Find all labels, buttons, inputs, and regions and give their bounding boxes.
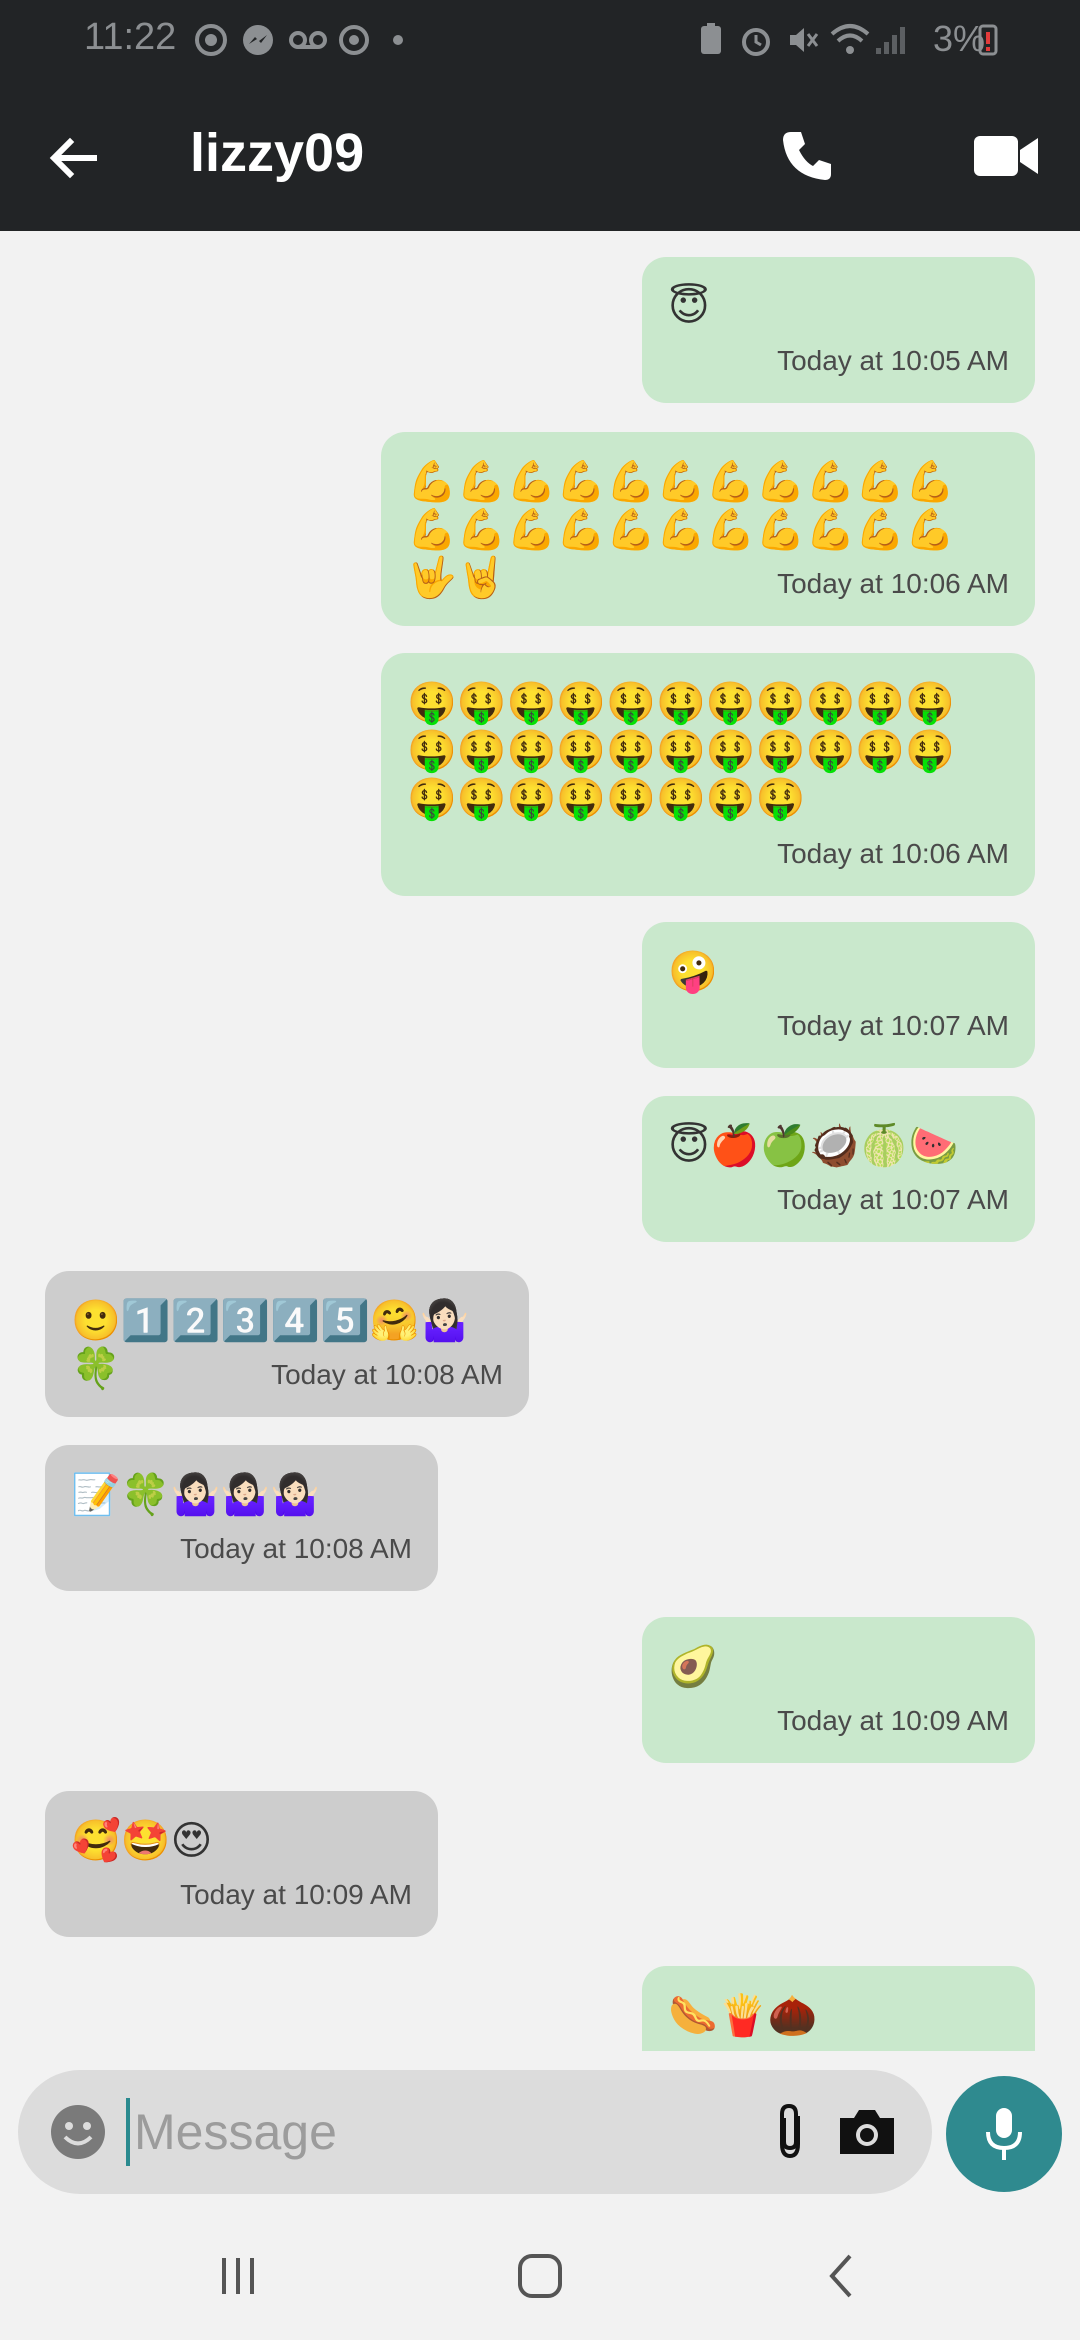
message-text: 😇 <box>668 284 710 330</box>
signal-app-icon <box>195 24 227 56</box>
message-text: 🌭🍟🌰 <box>668 1993 818 2039</box>
battery-low-icon <box>978 24 998 56</box>
message-bubble-incoming[interactable]: 🙂1️⃣2️⃣3️⃣4️⃣5️⃣🤗🤷🏻‍♀️🍀 Today at 10:08 A… <box>45 1271 529 1417</box>
voicemail-icon <box>289 31 327 49</box>
message-text: 🤪 <box>668 949 718 995</box>
messenger-icon <box>243 25 273 55</box>
message-timestamp: Today at 10:08 AM <box>180 1533 412 1564</box>
video-camera-icon[interactable] <box>970 124 1042 188</box>
contact-name: lizzy09 <box>190 123 365 183</box>
message-timestamp: Today at 10:06 AM <box>777 838 1009 869</box>
status-bar: 11:22 3% <box>0 0 1080 84</box>
message-bubble-outgoing[interactable]: 😇🍎🍏🥥🍈🍉 Today at 10:07 AM <box>642 1096 1035 1242</box>
message-bubble-incoming[interactable]: 📝🍀🤷🏻‍♀️🤷🏻‍♀️🤷🏻‍♀️ Today at 10:08 AM <box>45 1445 438 1591</box>
battery-saver-icon <box>701 23 721 54</box>
chat-header: lizzy09 <box>0 84 1080 231</box>
microphone-button[interactable] <box>946 2076 1062 2192</box>
text-cursor <box>126 2098 130 2166</box>
message-bubble-outgoing[interactable]: 🌭🍟🌰 <box>642 1966 1035 2051</box>
message-bubble-outgoing[interactable]: 💪💪💪💪💪💪💪💪💪💪💪💪💪💪💪💪💪💪💪💪💪💪🤟🤘 Today at 10:06 … <box>381 432 1035 626</box>
message-timestamp: Today at 10:07 AM <box>777 1010 1009 1041</box>
message-composer <box>18 2070 932 2194</box>
message-timestamp: Today at 10:09 AM <box>180 1879 412 1910</box>
message-list[interactable]: 😇 Today at 10:05 AM 💪💪💪💪💪💪💪💪💪💪💪💪💪💪💪💪💪💪💪💪… <box>0 231 1080 2051</box>
message-timestamp: Today at 10:09 AM <box>777 1705 1009 1736</box>
signal-bars-icon <box>876 27 905 54</box>
message-text: 🥰🤩😍 <box>71 1818 213 1864</box>
message-timestamp: Today at 10:07 AM <box>777 1184 1009 1215</box>
message-timestamp: Today at 10:06 AM <box>777 568 1009 599</box>
phone-icon[interactable] <box>775 124 839 188</box>
camera-icon[interactable] <box>836 2102 898 2162</box>
paperclip-icon[interactable] <box>760 2100 820 2164</box>
dot-icon <box>393 35 403 45</box>
message-timestamp: Today at 10:05 AM <box>777 345 1009 376</box>
message-timestamp: Today at 10:08 AM <box>271 1359 503 1390</box>
home-icon[interactable] <box>508 2244 572 2308</box>
message-text: 🤑🤑🤑🤑🤑🤑🤑🤑🤑🤑🤑🤑🤑🤑🤑🤑🤑🤑🤑🤑🤑🤑🤑🤑🤑🤑🤑🤑🤑🤑 <box>407 680 955 822</box>
alarm-icon <box>742 28 770 56</box>
sync-icon <box>339 25 369 55</box>
message-bubble-incoming[interactable]: 🥰🤩😍 Today at 10:09 AM <box>45 1791 438 1937</box>
mute-icon <box>790 28 819 52</box>
wifi-icon <box>830 24 870 54</box>
back-chevron-icon[interactable] <box>810 2244 874 2308</box>
message-bubble-outgoing[interactable]: 🤪 Today at 10:07 AM <box>642 922 1035 1068</box>
message-bubble-outgoing[interactable]: 🤑🤑🤑🤑🤑🤑🤑🤑🤑🤑🤑🤑🤑🤑🤑🤑🤑🤑🤑🤑🤑🤑🤑🤑🤑🤑🤑🤑🤑🤑 Today at … <box>381 653 1035 896</box>
message-input[interactable] <box>134 2094 734 2170</box>
microphone-icon <box>986 2108 1022 2160</box>
message-bubble-outgoing[interactable]: 🥑 Today at 10:09 AM <box>642 1617 1035 1763</box>
message-bubble-outgoing[interactable]: 😇 Today at 10:05 AM <box>642 257 1035 403</box>
message-text: 🥑 <box>668 1644 718 1690</box>
message-text: 📝🍀🤷🏻‍♀️🤷🏻‍♀️🤷🏻‍♀️ <box>71 1472 321 1518</box>
recents-icon[interactable] <box>206 2244 270 2308</box>
arrow-left-icon[interactable] <box>42 126 106 190</box>
status-time: 11:22 <box>84 16 177 58</box>
smiley-icon[interactable] <box>48 2102 108 2162</box>
message-text: 😇🍎🍏🥥🍈🍉 <box>668 1123 959 1169</box>
system-nav-bar <box>0 2210 1080 2340</box>
